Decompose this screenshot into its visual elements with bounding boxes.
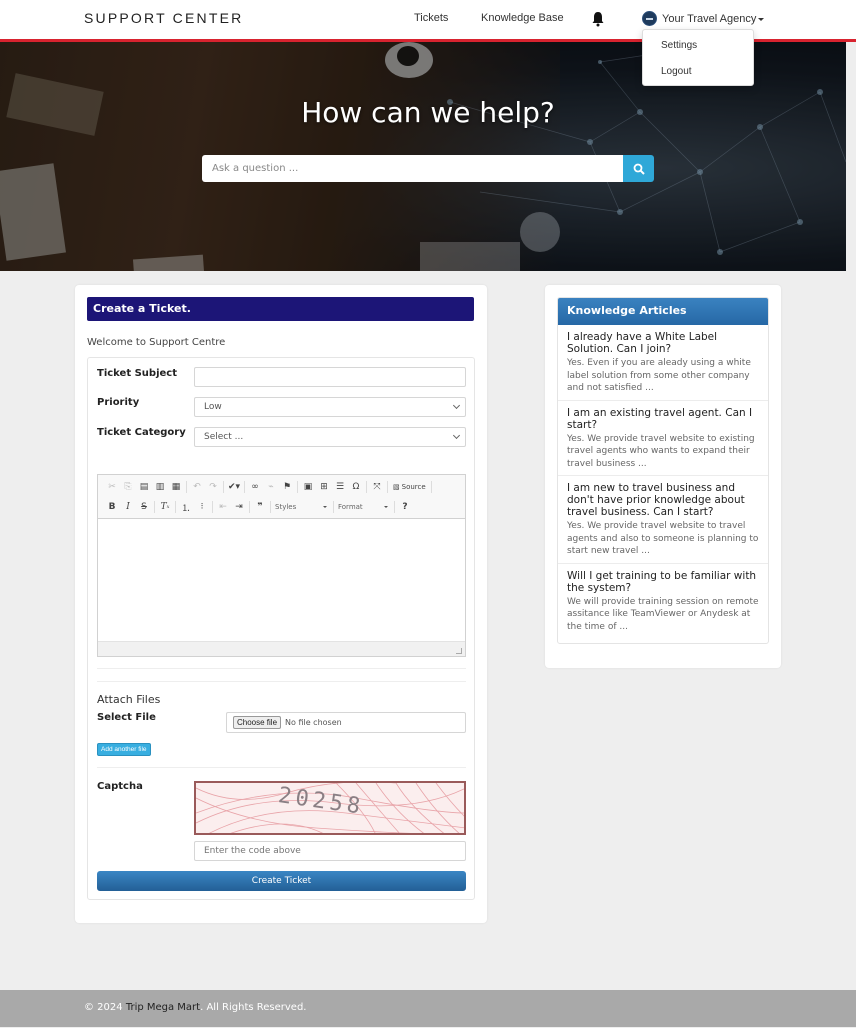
article-item[interactable]: I am new to travel business and don't ha… — [558, 476, 768, 564]
menu-item-logout[interactable]: Logout — [661, 66, 692, 77]
caret-down-icon — [758, 18, 765, 21]
link-icon[interactable]: ∞ — [247, 479, 263, 495]
search-input[interactable] — [202, 155, 623, 182]
avatar — [642, 11, 657, 26]
spellcheck-icon[interactable]: ✔▾ — [226, 479, 242, 495]
divider — [97, 681, 466, 682]
redo-icon[interactable]: ↷ — [205, 479, 221, 495]
indent-icon[interactable]: ⇥ — [231, 499, 247, 515]
hero-title: How can we help? — [301, 96, 555, 129]
source-button[interactable]: ▧ Source — [390, 483, 429, 491]
brand-logo[interactable]: SUPPORT CENTER — [84, 10, 243, 26]
format-dropdown[interactable]: Format — [336, 500, 392, 514]
choose-file-button[interactable]: Choose file — [233, 716, 282, 729]
divider — [97, 767, 466, 768]
article-excerpt: We will provide training session on remo… — [567, 596, 759, 632]
knowledge-articles-heading: Knowledge Articles — [558, 298, 768, 325]
editor-toolbar: ✂ ⎘ ▤ ▥ ▦ ↶ ↷ ✔▾ ∞ ⌁ ⚑ ▣ ⊞ ☰ Ω ⤧ ▧ Sourc… — [98, 475, 465, 519]
source-icon: ▧ — [393, 483, 400, 491]
caret-down-icon — [323, 506, 327, 508]
ticket-subject-input[interactable] — [194, 367, 466, 387]
article-excerpt: Yes. Even if you are aleady using a whit… — [567, 358, 751, 393]
priority-label: Priority — [97, 397, 140, 408]
maximize-icon[interactable]: ⤧ — [369, 479, 385, 495]
unlink-icon[interactable]: ⌁ — [263, 479, 279, 495]
nav-link-knowledge-base[interactable]: Knowledge Base — [481, 12, 564, 24]
nav-link-tickets[interactable]: Tickets — [414, 12, 448, 24]
add-another-file-button[interactable]: Add another file — [97, 743, 151, 756]
bulleted-list-icon[interactable]: ⁝ — [194, 499, 210, 515]
blockquote-icon[interactable]: ❞ — [252, 499, 268, 515]
attach-files-heading: Attach Files — [97, 693, 161, 706]
select-file-label: Select File — [97, 712, 156, 723]
chevron-down-icon — [452, 431, 461, 440]
captcha-input[interactable] — [194, 841, 466, 861]
remove-format-icon[interactable]: Tx — [157, 499, 173, 515]
company-link[interactable]: Trip Mega Mart — [126, 1002, 200, 1013]
bold-icon[interactable]: B — [104, 499, 120, 515]
table-icon[interactable]: ⊞ — [316, 479, 332, 495]
styles-dropdown[interactable]: Styles — [273, 500, 331, 514]
article-item[interactable]: I am an existing travel agent. Can I sta… — [558, 401, 768, 476]
special-char-icon[interactable]: Ω — [348, 479, 364, 495]
article-title[interactable]: I already have a White Label Solution. C… — [567, 331, 759, 355]
user-menu-toggle[interactable]: Your Travel Agency — [642, 11, 765, 26]
file-input[interactable]: Choose file No file chosen — [226, 712, 466, 733]
strikethrough-icon[interactable]: S — [136, 499, 152, 515]
copyright-text: © 2024 Trip Mega Mart. All Rights Reserv… — [84, 1002, 307, 1013]
undo-icon[interactable]: ↶ — [189, 479, 205, 495]
ticket-subject-label: Ticket Subject — [97, 368, 177, 379]
user-name: Your Travel Agency — [662, 12, 757, 25]
horizontal-line-icon[interactable]: ☰ — [332, 479, 348, 495]
paste-icon[interactable]: ▤ — [136, 479, 152, 495]
help-icon[interactable]: ? — [397, 499, 413, 515]
priority-select[interactable]: Low — [194, 397, 466, 417]
italic-icon[interactable]: I — [120, 499, 136, 515]
resize-handle[interactable] — [456, 648, 462, 654]
rich-text-editor: ✂ ⎘ ▤ ▥ ▦ ↶ ↷ ✔▾ ∞ ⌁ ⚑ ▣ ⊞ ☰ Ω ⤧ ▧ Sourc… — [97, 474, 466, 657]
ticket-form: Ticket Subject Priority Low Ticket Categ… — [87, 357, 475, 900]
create-ticket-panel: Create a Ticket. Welcome to Support Cent… — [75, 285, 487, 923]
knowledge-articles-list: Knowledge Articles I already have a Whit… — [557, 297, 769, 644]
page-footer: © 2024 Trip Mega Mart. All Rights Reserv… — [0, 990, 856, 1027]
article-excerpt: Yes. We provide travel website to travel… — [567, 521, 759, 556]
article-item[interactable]: Will I get training to be familiar with … — [558, 564, 768, 639]
priority-value: Low — [204, 402, 222, 412]
cut-icon[interactable]: ✂ — [104, 479, 120, 495]
paste-text-icon[interactable]: ▥ — [152, 479, 168, 495]
anchor-flag-icon[interactable]: ⚑ — [279, 479, 295, 495]
article-excerpt: Yes. We provide travel website to existi… — [567, 433, 755, 469]
bell-icon[interactable] — [591, 11, 605, 27]
welcome-text: Welcome to Support Centre — [87, 337, 226, 348]
create-ticket-button[interactable]: Create Ticket — [97, 871, 466, 891]
copy-icon[interactable]: ⎘ — [120, 479, 136, 495]
chevron-down-icon — [452, 401, 461, 410]
caret-down-icon — [384, 506, 388, 508]
article-item[interactable]: I already have a White Label Solution. C… — [558, 325, 768, 401]
search-icon — [633, 163, 645, 175]
category-value: Select ... — [204, 432, 244, 442]
ticket-category-select[interactable]: Select ... — [194, 427, 466, 447]
article-title[interactable]: I am new to travel business and don't ha… — [567, 482, 759, 518]
search-button[interactable] — [623, 155, 654, 182]
captcha-image: 20258 — [194, 781, 466, 835]
article-title[interactable]: Will I get training to be familiar with … — [567, 570, 759, 594]
editor-content-area[interactable] — [98, 519, 465, 641]
outdent-icon[interactable]: ⇤ — [215, 499, 231, 515]
image-icon[interactable]: ▣ — [300, 479, 316, 495]
no-file-text: No file chosen — [285, 718, 342, 727]
editor-footer — [98, 641, 465, 656]
user-dropdown-menu: Settings Logout — [642, 29, 754, 86]
captcha-label: Captcha — [97, 781, 143, 792]
search-bar — [202, 155, 654, 182]
paste-word-icon[interactable]: ▦ — [168, 479, 184, 495]
menu-item-settings[interactable]: Settings — [661, 40, 697, 51]
article-title[interactable]: I am an existing travel agent. Can I sta… — [567, 407, 759, 431]
knowledge-articles-panel: Knowledge Articles I already have a Whit… — [545, 285, 781, 668]
ticket-category-label: Ticket Category — [97, 427, 186, 438]
numbered-list-icon[interactable]: ⒈ — [178, 499, 194, 515]
create-ticket-heading: Create a Ticket. — [87, 297, 474, 321]
divider — [97, 668, 466, 669]
